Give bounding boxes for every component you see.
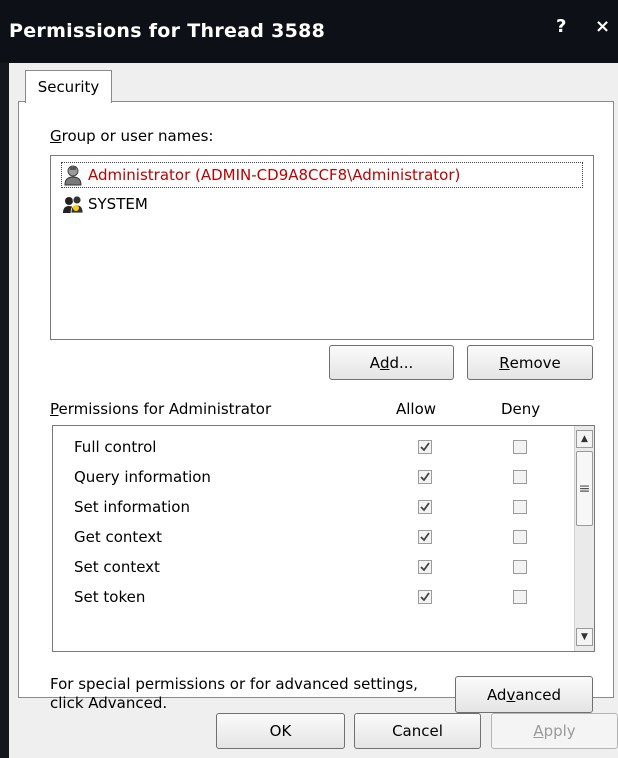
advanced-note: For special permissions or for advanced … — [50, 675, 418, 712]
tab-security[interactable]: Security — [25, 70, 112, 103]
permission-name: Get context — [74, 528, 163, 546]
single-user-icon — [64, 165, 82, 186]
deny-checkbox[interactable] — [513, 530, 527, 544]
deny-checkbox[interactable] — [513, 560, 527, 574]
allow-checkbox[interactable] — [418, 590, 432, 604]
permission-name: Query information — [74, 468, 211, 486]
permissions-list[interactable]: Full control Query information Set informa… — [52, 425, 595, 652]
allow-checkbox[interactable] — [418, 530, 432, 544]
permission-row: Set information — [53, 493, 573, 523]
checkmark-icon — [420, 592, 430, 602]
apply-button[interactable]: Apply — [491, 713, 618, 749]
scroll-up-arrow-icon[interactable]: ▲ — [576, 430, 593, 448]
permission-row: Get context — [53, 523, 573, 553]
deny-checkbox[interactable] — [513, 440, 527, 454]
checkmark-icon — [420, 562, 430, 572]
user-group-icon — [63, 195, 84, 214]
permission-name: Full control — [74, 438, 157, 456]
ok-button[interactable]: OK — [216, 713, 345, 749]
allow-checkbox[interactable] — [418, 470, 432, 484]
allow-checkbox[interactable] — [418, 500, 432, 514]
scroll-thumb[interactable]: ≡ — [576, 451, 593, 526]
permission-row: Set token — [53, 583, 573, 613]
permission-row: Full control — [53, 433, 573, 463]
user-item-administrator[interactable]: Administrator (ADMIN-CD9A8CCF8\Administr… — [61, 162, 583, 188]
permissions-scrollbar[interactable]: ▲ ≡ ▼ — [574, 426, 594, 651]
deny-checkbox[interactable] — [513, 470, 527, 484]
scroll-down-arrow-icon[interactable]: ▼ — [576, 628, 593, 646]
allow-checkbox[interactable] — [418, 560, 432, 574]
user-item-label: SYSTEM — [88, 195, 148, 213]
window-border — [0, 63, 9, 758]
allow-checkbox[interactable] — [418, 440, 432, 454]
add-button[interactable]: Ad d... — [329, 345, 454, 380]
checkmark-icon — [420, 532, 430, 542]
deny-column-header: Deny — [501, 400, 541, 418]
permission-name: Set information — [74, 498, 190, 516]
allow-column-header: Allow — [396, 400, 437, 418]
cancel-button[interactable]: Cancel — [354, 713, 481, 749]
permission-name: Set token — [74, 588, 146, 606]
window-title: Permissions for Thread 3588 — [9, 20, 326, 42]
checkmark-icon — [420, 442, 430, 452]
remove-button[interactable]: Remove — [467, 345, 593, 380]
close-button[interactable]: × — [595, 16, 610, 37]
checkmark-icon — [420, 502, 430, 512]
dialog-body: Security Group or user names: Administra… — [9, 63, 618, 758]
user-item-system[interactable]: SYSTEM — [62, 192, 582, 216]
checkmark-icon — [420, 472, 430, 482]
security-panel: Group or user names: Administrator (ADMI… — [18, 101, 614, 713]
permissions-for-label: Permissions for Administrator — [50, 400, 272, 418]
advanced-button[interactable]: Ad v anced — [455, 676, 593, 713]
permission-row: Query information — [53, 463, 573, 493]
permission-name: Set context — [74, 558, 160, 576]
permission-row: Set context — [53, 553, 573, 583]
deny-checkbox[interactable] — [513, 500, 527, 514]
title-bar[interactable]: Permissions for Thread 3588 ? × — [0, 0, 618, 63]
user-list[interactable]: Administrator (ADMIN-CD9A8CCF8\Administr… — [50, 155, 594, 340]
help-button[interactable]: ? — [556, 16, 566, 37]
user-item-label: Administrator (ADMIN-CD9A8CCF8\Administr… — [88, 166, 461, 184]
group-or-user-names-label: Group or user names: — [50, 127, 214, 145]
tab-security-label: Security — [37, 78, 100, 96]
deny-checkbox[interactable] — [513, 590, 527, 604]
